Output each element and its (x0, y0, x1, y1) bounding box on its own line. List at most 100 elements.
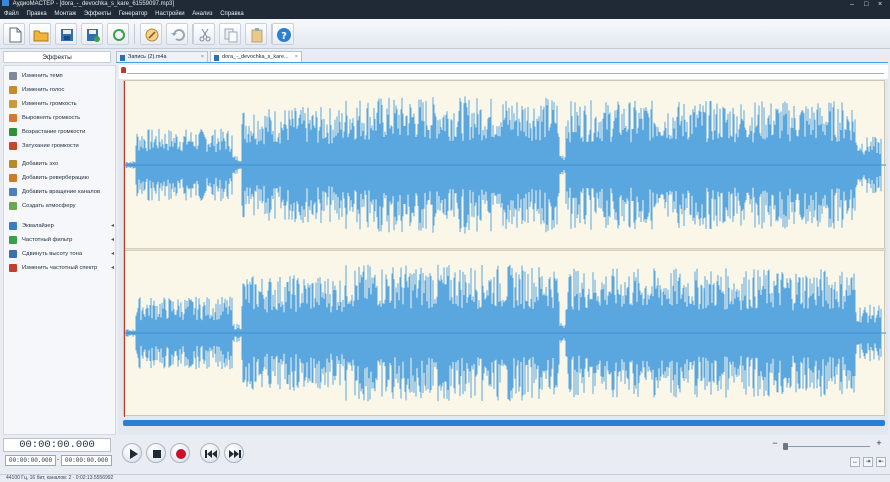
refresh-button[interactable] (107, 23, 129, 45)
zoom-selection-icon: ⇥ (865, 459, 871, 465)
toolbar-separator (134, 24, 135, 44)
filter-icon (9, 236, 17, 244)
effect-normalize[interactable]: Выровнять громкость (8, 113, 80, 123)
menu-settings[interactable]: Настройки (155, 11, 184, 17)
waveform-area[interactable] (123, 80, 886, 417)
stop-icon (153, 450, 161, 458)
playhead-marker[interactable] (121, 67, 126, 73)
playback-cursor (124, 81, 125, 417)
timeline-line (127, 73, 884, 74)
horizontal-scrollbar[interactable] (123, 420, 885, 426)
go-to-end-button[interactable] (224, 443, 244, 463)
effect-rotate[interactable]: Добавить вращение каналов (8, 187, 100, 197)
effect-spectrum[interactable]: Изменить частотный спектр (8, 263, 97, 273)
open-button[interactable] (29, 23, 51, 45)
menu-edit[interactable]: Правка (26, 11, 46, 17)
selection-start-field[interactable]: 00:00:00.000 (5, 455, 56, 466)
open-folder-icon (33, 30, 49, 42)
undo-icon (171, 29, 185, 41)
effect-volume[interactable]: Изменить громкость (8, 99, 77, 109)
effect-label: Изменить голос (22, 87, 65, 93)
expand-arrow-icon[interactable]: ◂ (111, 250, 114, 257)
timeline-ruler[interactable] (119, 65, 888, 79)
effects-sidebar: Изменить темп Изменить голос Изменить гром… (3, 65, 116, 435)
effect-label: Затухание громкости (22, 143, 79, 149)
stop-button[interactable] (146, 443, 166, 463)
effect-label: Возрастание громкости (22, 129, 86, 135)
window-title: АудиоМАСТЕР - [dora_-_devochka_s_kare_61… (12, 1, 175, 7)
save-icon (61, 29, 73, 41)
fade-in-icon (9, 128, 17, 136)
paste-icon (251, 28, 263, 43)
zoom-out-button[interactable]: − (770, 439, 780, 449)
spectrum-icon (9, 264, 17, 272)
effect-pitch[interactable]: Сдвинуть высоту тона (8, 249, 82, 259)
cut-button[interactable] (193, 23, 215, 45)
zoom-slider-handle[interactable] (783, 443, 788, 450)
effect-tempo[interactable]: Изменить темп (8, 71, 63, 81)
new-file-button[interactable] (3, 23, 25, 45)
edit-audio-button[interactable] (140, 23, 162, 45)
effect-equalizer[interactable]: Эквалайзер (8, 221, 54, 231)
copy-icon (224, 28, 238, 43)
voice-icon (9, 86, 17, 94)
expand-arrow-icon[interactable]: ◂ (111, 236, 114, 243)
effect-fade-out[interactable]: Затухание громкости (8, 141, 79, 151)
channel-divider (124, 248, 886, 251)
selection-end-field[interactable]: 00:00:00.000 (61, 455, 112, 466)
save-button[interactable] (55, 23, 77, 45)
menu-analysis[interactable]: Анализ (192, 11, 212, 17)
play-icon (130, 449, 138, 459)
pitch-icon (9, 250, 17, 258)
effect-fade-in[interactable]: Возрастание громкости (8, 127, 85, 137)
fit-view-button[interactable]: ↔ (850, 457, 860, 467)
record-icon (176, 449, 186, 459)
zoom-in-button[interactable]: + (874, 439, 884, 449)
effect-label: Эквалайзер (22, 223, 54, 229)
transport-bar: 00:00:00.000 00:00:00.000 - 00:00:00.000… (0, 436, 890, 474)
save-as-button[interactable] (81, 23, 103, 45)
menu-effects[interactable]: Эффекты (84, 11, 111, 17)
app-icon (2, 0, 9, 6)
go-to-start-button[interactable] (200, 443, 220, 463)
help-icon: ? (277, 28, 291, 42)
effect-echo[interactable]: Добавить эхо (8, 159, 58, 169)
effect-label: Выровнять громкость (22, 115, 81, 121)
menu-generator[interactable]: Генератор (119, 11, 148, 17)
record-button[interactable] (170, 443, 190, 463)
menu-help[interactable]: Справка (220, 11, 244, 17)
zoom-all-button[interactable]: ⇤ (876, 457, 886, 467)
tempo-icon (9, 72, 17, 80)
volume-icon (9, 100, 17, 108)
close-button[interactable]: × (878, 0, 882, 9)
go-to-start-icon (205, 450, 217, 458)
expand-arrow-icon[interactable]: ◂ (111, 264, 114, 271)
minimize-button[interactable]: – (850, 0, 854, 9)
help-button[interactable]: ? (272, 23, 294, 45)
effect-atmosphere[interactable]: Создать атмосферу (8, 201, 76, 211)
play-button[interactable] (122, 443, 142, 463)
menu-montage[interactable]: Монтаж (54, 11, 76, 17)
tab-underline (116, 62, 888, 63)
effect-label: Добавить вращение каналов (22, 189, 101, 195)
atmosphere-icon (9, 202, 17, 210)
edit-audio-icon (145, 28, 159, 42)
effect-label: Создать атмосферу (22, 203, 76, 209)
menu-bar: Файл Правка Монтаж Эффекты Генератор Нас… (0, 9, 890, 19)
copy-button[interactable] (219, 23, 241, 45)
fade-out-icon (9, 142, 17, 150)
zoom-slider-track[interactable] (786, 446, 870, 447)
audio-file-icon (120, 55, 125, 61)
menu-file[interactable]: Файл (4, 11, 19, 17)
effects-panel-header: Эффекты (3, 51, 111, 63)
zoom-selection-button[interactable]: ⇥ (863, 457, 873, 467)
undo-button[interactable] (166, 23, 188, 45)
effect-reverb[interactable]: Добавить реверберацию (8, 173, 89, 183)
effect-voice[interactable]: Изменить голос (8, 85, 64, 95)
maximize-button[interactable]: □ (864, 0, 868, 9)
effect-label: Изменить громкость (22, 101, 77, 107)
paste-button[interactable] (245, 23, 267, 45)
expand-arrow-icon[interactable]: ◂ (111, 222, 114, 229)
rotate-icon (9, 188, 17, 196)
effect-filter[interactable]: Частотный фильтр (8, 235, 72, 245)
